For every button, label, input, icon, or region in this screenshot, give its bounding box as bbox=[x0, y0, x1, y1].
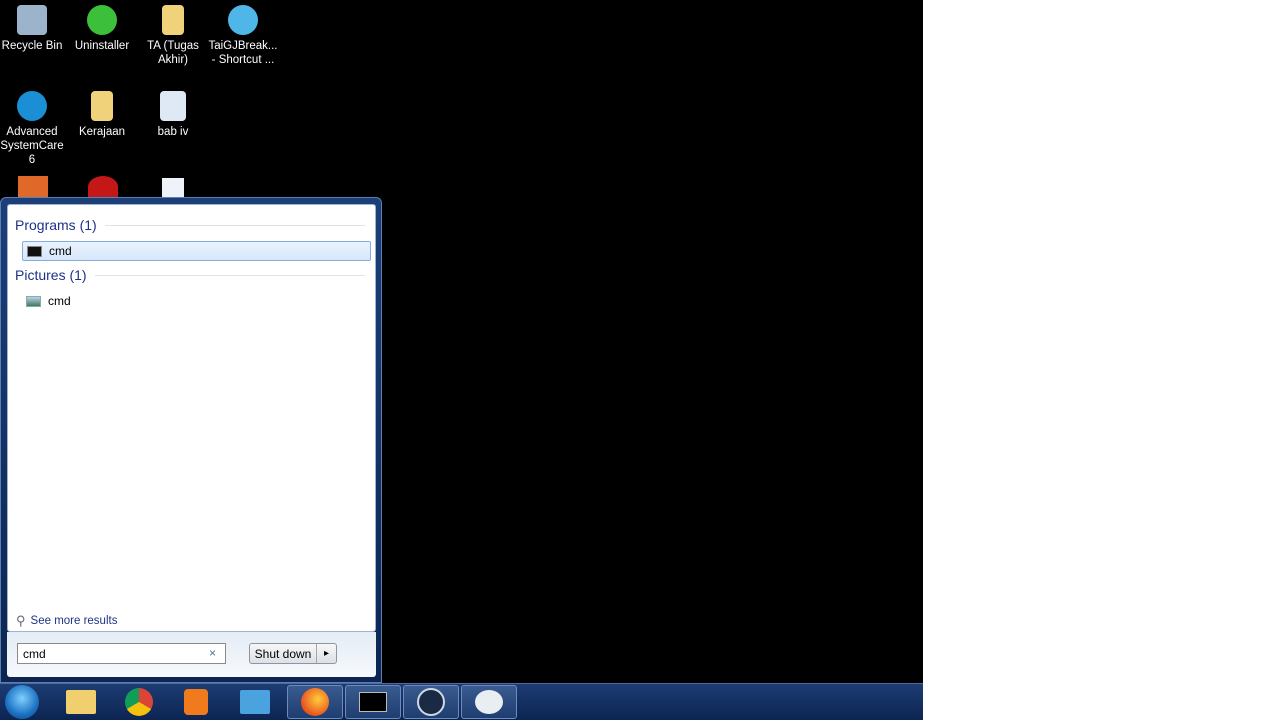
desktop-icon-uninstaller[interactable]: Uninstaller bbox=[66, 2, 138, 53]
word-document-icon bbox=[160, 91, 186, 121]
taskbar-control-panel[interactable] bbox=[227, 685, 283, 719]
cmd-icon bbox=[27, 245, 42, 257]
folder-icon bbox=[66, 690, 96, 714]
picture-icon bbox=[26, 295, 41, 307]
recycle-bin-icon bbox=[17, 5, 47, 35]
steam-icon bbox=[417, 688, 445, 716]
desktop-icon-ta-folder[interactable]: TA (Tugas Akhir) bbox=[137, 2, 209, 67]
paint-icon bbox=[475, 690, 503, 714]
media-player-icon bbox=[184, 689, 208, 715]
group-pictures: Pictures (1) bbox=[15, 267, 365, 283]
chrome-icon bbox=[125, 688, 153, 716]
start-search-input[interactable] bbox=[17, 643, 226, 664]
result-cmd-picture[interactable]: cmd bbox=[22, 291, 371, 311]
shutdown-control: Shut down ▸ bbox=[249, 643, 337, 664]
result-cmd-program[interactable]: cmd bbox=[22, 241, 371, 261]
shutdown-button[interactable]: Shut down bbox=[250, 644, 317, 663]
taskbar-file-explorer[interactable] bbox=[53, 685, 109, 719]
taskbar-steam[interactable] bbox=[403, 685, 459, 719]
clear-search-icon[interactable]: × bbox=[209, 646, 216, 660]
desktop-icon-advanced-systemcare[interactable]: Advanced SystemCare 6 bbox=[0, 88, 68, 167]
taskbar-chrome[interactable] bbox=[111, 685, 167, 719]
control-panel-icon bbox=[240, 690, 270, 714]
shutdown-options-arrow-icon[interactable]: ▸ bbox=[317, 644, 336, 663]
taskbar-cmd[interactable] bbox=[345, 685, 401, 719]
shortcut-icon bbox=[228, 5, 258, 35]
desktop-icon-taigjbreak-shortcut[interactable]: TaiGJBreak... - Shortcut ... bbox=[207, 2, 279, 67]
cmd-icon bbox=[359, 692, 387, 712]
advanced-systemcare-icon bbox=[17, 91, 47, 121]
folder-icon bbox=[162, 5, 184, 35]
desktop-icon-bab-iv[interactable]: bab iv bbox=[137, 88, 209, 139]
group-programs: Programs (1) bbox=[15, 217, 365, 233]
divider bbox=[104, 224, 365, 226]
folder-icon bbox=[91, 91, 113, 121]
taskbar-firefox[interactable] bbox=[287, 685, 343, 719]
see-more-results-link[interactable]: ⚲ See more results bbox=[16, 613, 117, 629]
start-menu: Programs (1) cmd Pictures (1) cmd ⚲ See m… bbox=[0, 197, 382, 683]
avg-icon[interactable] bbox=[18, 176, 48, 198]
start-menu-bottom: × Shut down ▸ bbox=[7, 632, 376, 677]
divider bbox=[94, 274, 365, 276]
taskbar-paint[interactable] bbox=[461, 685, 517, 719]
uninstaller-icon bbox=[87, 5, 117, 35]
desktop-icon-kerajaan[interactable]: Kerajaan bbox=[66, 88, 138, 139]
firefox-icon bbox=[301, 688, 329, 716]
desktop-icon-recycle-bin[interactable]: Recycle Bin bbox=[0, 2, 68, 53]
start-button[interactable] bbox=[0, 685, 50, 719]
windows-logo-icon bbox=[5, 685, 39, 719]
undo-app-icon[interactable] bbox=[88, 176, 118, 198]
taskbar bbox=[0, 683, 923, 720]
search-results-panel: Programs (1) cmd Pictures (1) cmd ⚲ See m… bbox=[7, 204, 376, 632]
search-icon: ⚲ bbox=[16, 613, 26, 628]
taskbar-media-player[interactable] bbox=[168, 685, 224, 719]
audio-file-icon[interactable] bbox=[162, 178, 184, 198]
